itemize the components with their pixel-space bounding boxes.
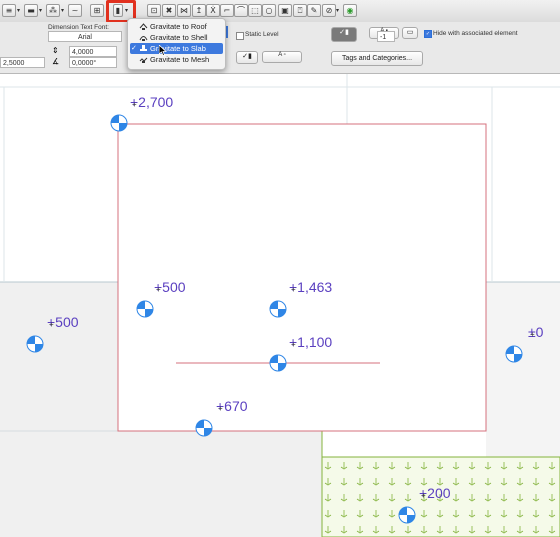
ruler-icon[interactable]: ⊞ <box>90 4 104 17</box>
mesh-gravity-icon <box>139 57 148 63</box>
magic-wand-icon[interactable]: ⋈ <box>177 4 191 17</box>
hide-label: Hide with associated element <box>433 30 518 37</box>
hotspot-icon: + <box>291 285 296 294</box>
layer-icon[interactable]: ≡ <box>2 4 16 17</box>
pencil-icon[interactable]: ✎ <box>307 4 321 17</box>
elevation-marker[interactable] <box>505 345 523 368</box>
tags-and-categories-button[interactable]: Tags and Categories... <box>331 51 423 66</box>
elevation-marker[interactable] <box>269 354 287 377</box>
snap-icon[interactable]: ⍞ <box>293 4 307 17</box>
static-level-checkbox[interactable] <box>236 32 244 40</box>
gravity-dropdown-menu: Gravitate to Roof Gravitate to Shell ✓ G… <box>127 18 226 70</box>
shell-gravity-icon <box>139 36 148 41</box>
chevron-down-icon[interactable]: ▾ <box>336 7 342 14</box>
hotspot-icon: + <box>421 491 426 500</box>
hotspot-icon: + <box>218 404 223 413</box>
dimension-font-label: Dimension Text Font: <box>48 24 109 31</box>
hotspot-icon: + <box>49 320 54 329</box>
marker-settings-button[interactable]: ✓▮ <box>236 51 258 64</box>
marker-type-button[interactable]: ✓▮ <box>331 27 357 42</box>
hotspot-icon: + <box>156 285 161 294</box>
elevation-marker[interactable] <box>398 506 416 529</box>
cut-icon[interactable]: ✖ <box>162 4 176 17</box>
elevation-marker[interactable] <box>195 419 213 442</box>
display-icon[interactable]: ▭ <box>402 27 418 39</box>
scale-field[interactable]: 2,5000 <box>0 57 45 68</box>
menu-item-gravitate-mesh[interactable]: Gravitate to Mesh <box>130 54 223 65</box>
roof-gravity-icon <box>139 23 148 30</box>
menu-item-label: Gravitate to Roof <box>150 22 207 31</box>
minus-field[interactable]: -1 <box>377 31 395 42</box>
elevation-marker[interactable] <box>136 300 154 323</box>
text-size-field[interactable]: 4,0000 <box>69 46 117 57</box>
target-icon[interactable]: ◉ <box>343 4 357 17</box>
grey-fill-area-right <box>486 282 560 457</box>
arc-icon[interactable]: ⌒ <box>234 4 248 17</box>
elevation-marker[interactable] <box>269 300 287 323</box>
grid-icon[interactable]: ⊡ <box>147 4 161 17</box>
static-level-label: Static Level <box>245 31 279 38</box>
angle-field[interactable]: 0,0000° <box>69 57 117 68</box>
chevron-down-icon[interactable]: ▾ <box>39 7 45 14</box>
info-box-panel: Dimension Text Font: Arial ⇕ 4,0000 ∡ 0,… <box>0 22 560 74</box>
chevron-down-icon[interactable]: ▾ <box>17 7 23 14</box>
menu-item-gravitate-slab[interactable]: ✓ Gravitate to Slab <box>130 43 223 54</box>
slab-gravity-icon <box>140 45 147 51</box>
label-style-button[interactable]: A ▫ <box>262 51 302 63</box>
fill-icon[interactable]: ⁂ <box>46 4 60 17</box>
chevron-down-icon[interactable]: ▾ <box>61 7 67 14</box>
guide-icon[interactable]: ▣ <box>278 4 292 17</box>
menu-item-label: Gravitate to Shell <box>150 33 208 42</box>
hotspot-icon: + <box>530 330 535 339</box>
pattern-icon[interactable]: ~ <box>68 4 82 17</box>
polyline-icon[interactable]: ⬚ <box>248 4 262 17</box>
toolbar: ≡ ▾ ▬ ▾ ⁂ ▾ ~ ⊞ ▮ ▾ ⊡ ✖ ⋈ ↥ Ẋ ⌐ ⌒ ⬚ ○ ▣ … <box>0 0 560 23</box>
hide-checkbox[interactable]: ✓ <box>424 30 432 38</box>
elevation-marker[interactable] <box>110 114 128 137</box>
size-icon: ⇕ <box>52 46 59 55</box>
floor-plan-canvas[interactable]: +2,700 +500 +1,463 +1,100 +500 +670 ±0 +… <box>0 74 560 537</box>
hotspot-icon: + <box>291 340 296 349</box>
curve-icon[interactable]: ⌐ <box>220 4 234 17</box>
circle-icon[interactable]: ○ <box>262 4 276 17</box>
slab-outline <box>117 123 487 432</box>
hotspot-icon: + <box>132 100 137 109</box>
pen-icon[interactable]: ▬ <box>24 4 38 17</box>
checkmark-icon: ✓ <box>131 45 137 52</box>
line-icon[interactable]: Ẋ <box>206 4 220 17</box>
menu-item-gravitate-roof[interactable]: Gravitate to Roof <box>130 21 223 32</box>
font-select[interactable]: Arial <box>48 31 122 42</box>
menu-item-gravitate-shell[interactable]: Gravitate to Shell <box>130 32 223 43</box>
elevation-icon[interactable]: ↥ <box>192 4 206 17</box>
elevation-marker[interactable] <box>26 335 44 358</box>
angle-icon: ∡ <box>52 57 60 66</box>
eyedropper-icon[interactable]: ⊘ <box>322 4 336 17</box>
mouse-cursor-icon <box>159 45 167 56</box>
